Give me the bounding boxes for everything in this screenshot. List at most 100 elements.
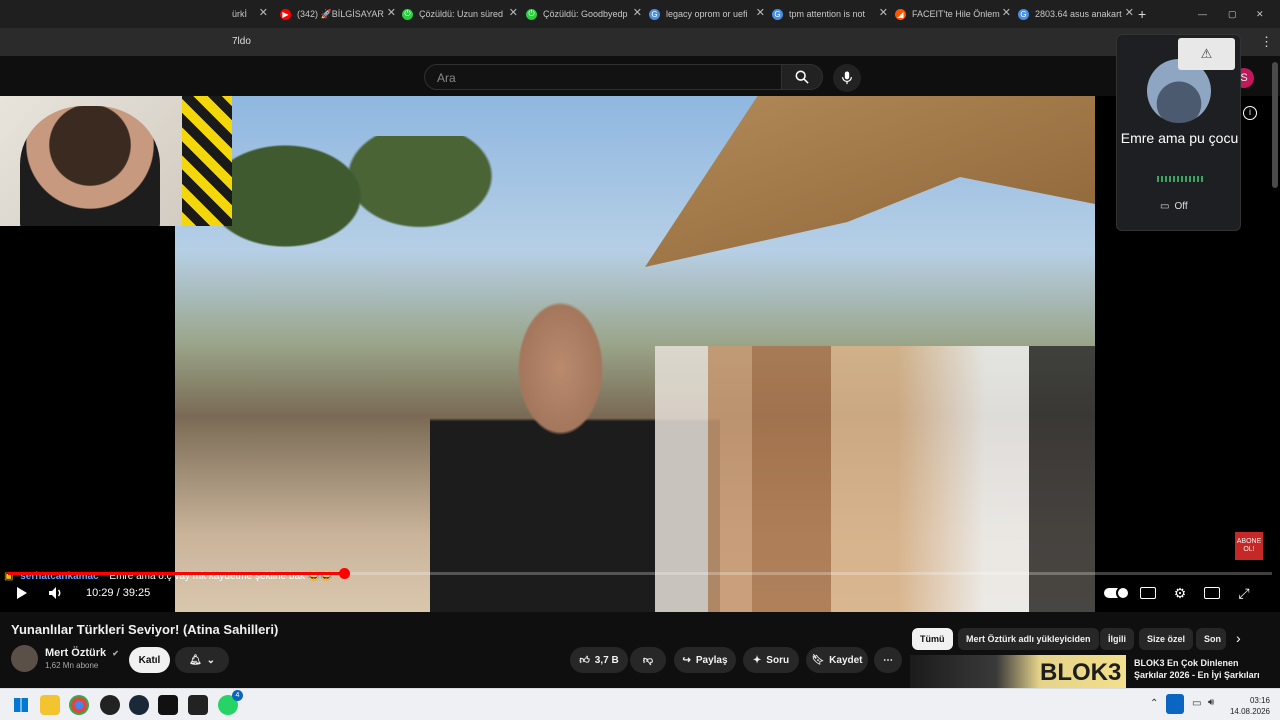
info-icon[interactable]: i xyxy=(1243,106,1257,120)
filter-chip[interactable]: Tümü xyxy=(912,628,953,650)
whatsapp-icon[interactable]: 4 xyxy=(218,690,243,715)
obs-icon[interactable] xyxy=(100,695,120,715)
tab-close-icon[interactable]: ✕ xyxy=(259,6,268,19)
tab-favicon-icon: ⏻ xyxy=(402,8,413,20)
tab-favicon-icon: ▶ xyxy=(280,8,291,20)
volume-icon xyxy=(49,587,61,599)
camera-off-icon: ▭ xyxy=(1160,201,1170,212)
notification-bell-button[interactable]: 🔔︎ ⌄ xyxy=(175,647,229,673)
menu-dots-icon[interactable]: ⋮ xyxy=(1260,34,1273,50)
tab-close-icon[interactable]: ✕ xyxy=(1002,6,1011,19)
share-button[interactable]: ↪ Paylaş xyxy=(674,647,736,673)
more-actions-button[interactable]: ⋯ xyxy=(874,647,902,673)
tab-title: 2803.64 asus anakart xyxy=(1035,9,1122,19)
share-label: Paylaş xyxy=(695,654,728,666)
caller-name: Emre ama pu çocu xyxy=(1120,130,1239,146)
subscribe-badge[interactable]: ABONE OL! xyxy=(1235,532,1263,560)
windows-taskbar: 4 ⌃ ▭ 🔊︎ 03:16 14.08.2026 xyxy=(0,688,1280,720)
tray-chevron-icon[interactable]: ⌃ xyxy=(1150,698,1158,709)
new-tab-button[interactable]: + xyxy=(1138,4,1152,24)
filter-chip[interactable]: Mert Öztürk adlı yükleyiciden xyxy=(958,628,1099,650)
dislike-button[interactable]: 👎︎ xyxy=(630,647,666,673)
chrome-icon[interactable] xyxy=(69,695,89,715)
subtitles-icon xyxy=(1140,587,1156,599)
windows-logo-icon xyxy=(14,698,28,712)
recommended-thumbnail[interactable]: BLOK3 xyxy=(910,655,1126,688)
search-icon xyxy=(795,70,809,84)
speaker-icon[interactable]: 🔊︎ xyxy=(1208,697,1214,708)
browser-tab[interactable]: ◢ FACEIT'te Hile Önlem ✕ xyxy=(895,4,1011,24)
browser-tab[interactable]: Gtpm attention is not ✕ xyxy=(772,4,888,24)
search-input[interactable]: Ara xyxy=(424,64,782,90)
ask-button[interactable]: ✦ Soru xyxy=(743,647,799,673)
settings-button[interactable]: ⚙ xyxy=(1168,583,1192,603)
browser-tab[interactable]: ürkİ ✕ xyxy=(232,4,268,24)
browser-tab[interactable]: Glegacy oprom or uefi ✕ xyxy=(649,4,765,24)
save-button[interactable]: 🔖︎ Kaydet xyxy=(806,647,868,673)
file-explorer-icon[interactable] xyxy=(40,695,60,715)
mic-tray-icon[interactable] xyxy=(1166,694,1184,714)
tab-close-icon[interactable]: ✕ xyxy=(387,6,396,19)
play-button[interactable] xyxy=(10,583,34,603)
camera-off-button[interactable]: ▭ Off xyxy=(1160,201,1188,212)
play-icon xyxy=(17,587,27,599)
start-button[interactable] xyxy=(11,695,31,715)
channel-name-text: Mert Öztürk xyxy=(45,647,107,659)
fullscreen-button[interactable]: ⤢ xyxy=(1232,583,1256,603)
chevron-down-icon: ⌄ xyxy=(206,654,216,666)
page-scrollbar[interactable] xyxy=(1272,62,1278,188)
system-clock[interactable]: 03:16 14.08.2026 xyxy=(1230,695,1270,717)
gear-icon: ⚙ xyxy=(1173,584,1187,601)
video-player[interactable]: ▣ serhatcankamac Emre ama o.ç vay mk kay… xyxy=(0,96,1280,612)
sparkle-icon: ✦ xyxy=(752,654,762,666)
video-frame[interactable] xyxy=(175,96,1095,612)
steam-icon[interactable] xyxy=(129,695,149,715)
tab-favicon-icon: G xyxy=(772,8,783,20)
filter-chip[interactable]: Son xyxy=(1196,628,1226,650)
search-button[interactable] xyxy=(781,64,823,90)
browser-tab[interactable]: ⏻ Çözüldü: Uzun süred ✕ xyxy=(402,4,518,24)
address-bar[interactable]: 7ldo ⋮ xyxy=(0,28,1280,56)
like-button[interactable]: 👍︎ 3,7 B xyxy=(570,647,628,673)
share-icon: ↪ xyxy=(682,654,691,666)
progress-bar[interactable] xyxy=(8,568,1272,579)
voice-search-button[interactable] xyxy=(833,64,861,92)
recommended-title[interactable]: BLOK3 En Çok Dinlenen Şarkılar 2026 - En… xyxy=(1134,657,1274,681)
close-window-button[interactable]: ✕ xyxy=(1256,4,1268,24)
browser-tab[interactable]: G 2803.64 asus anakart ✕ xyxy=(1018,4,1134,24)
faceit-anticheat-icon[interactable] xyxy=(188,695,208,715)
network-icon[interactable]: ▭ xyxy=(1192,698,1201,709)
browser-tab[interactable]: ⏻ Çözüldü: Goodbyedp ✕ xyxy=(526,4,642,24)
miniplayer-button[interactable] xyxy=(1200,583,1224,603)
browser-tab[interactable]: ▶ (342) 🚀BİLGİSAYAR ✕ xyxy=(280,4,396,24)
tab-close-icon[interactable]: ✕ xyxy=(633,6,642,19)
warning-popup[interactable]: ⚠ xyxy=(1178,38,1235,70)
verified-icon: ✔ xyxy=(112,649,119,658)
thumbs-down-icon: 👎︎ xyxy=(642,655,654,666)
autoplay-toggle[interactable] xyxy=(1103,583,1130,603)
tab-close-icon[interactable]: ✕ xyxy=(509,6,518,19)
filter-chip[interactable]: Size özel xyxy=(1139,628,1194,650)
join-button[interactable]: Katıl xyxy=(129,647,170,673)
tab-title: FACEIT'te Hile Önlem xyxy=(912,9,1000,19)
chips-next-button[interactable]: › xyxy=(1236,630,1241,646)
tab-close-icon[interactable]: ✕ xyxy=(1125,6,1134,19)
subtitles-button[interactable] xyxy=(1136,583,1160,603)
channel-avatar[interactable] xyxy=(11,645,38,672)
tab-close-icon[interactable]: ✕ xyxy=(879,6,888,19)
maximize-glyph: ▢ xyxy=(1228,8,1237,19)
microphone-icon xyxy=(842,71,852,85)
tab-favicon-icon: G xyxy=(1018,8,1029,20)
minimize-button[interactable]: — xyxy=(1198,4,1210,24)
filter-chip[interactable]: İlgili xyxy=(1100,628,1134,650)
new-tab-label: + xyxy=(1138,6,1147,22)
terminal-icon[interactable] xyxy=(158,695,178,715)
clock-time: 03:16 xyxy=(1249,696,1270,705)
miniplayer-icon xyxy=(1204,587,1220,599)
camera-off-label: Off xyxy=(1174,201,1188,212)
channel-name[interactable]: Mert Öztürk ✔ xyxy=(45,647,119,659)
maximize-button[interactable]: ▢ xyxy=(1228,4,1240,24)
volume-button[interactable] xyxy=(44,583,68,603)
minimize-glyph: — xyxy=(1198,9,1207,19)
tab-close-icon[interactable]: ✕ xyxy=(756,6,765,19)
